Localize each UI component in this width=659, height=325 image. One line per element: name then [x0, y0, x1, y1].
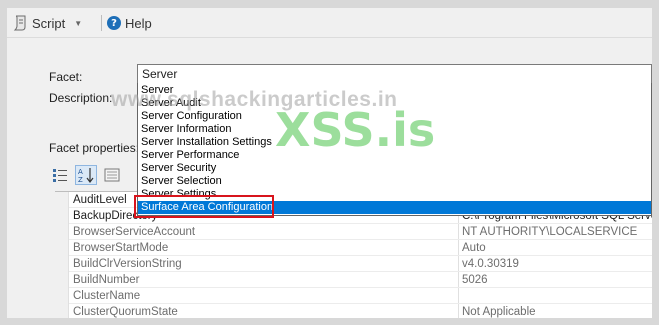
facet-option[interactable]: Server Security [138, 162, 651, 175]
toolbar-separator [101, 15, 102, 31]
facet-label: Facet: [49, 70, 83, 84]
categorized-view-icon[interactable] [51, 166, 69, 184]
property-name: BuildClrVersionString [73, 258, 182, 270]
script-button[interactable]: Script ▼ [13, 8, 82, 38]
script-icon [13, 15, 26, 31]
alphabetical-sort-icon[interactable]: A Z [75, 165, 97, 185]
column-divider [458, 304, 459, 318]
property-pages-icon[interactable] [103, 166, 121, 184]
facet-option[interactable]: Server Configuration [138, 110, 651, 123]
property-name: AuditLevel [73, 194, 127, 206]
highlight-annotation-box [134, 195, 274, 218]
facet-combobox-value: Server [142, 67, 178, 81]
svg-text:Z: Z [78, 176, 83, 183]
property-row[interactable]: ClusterName [69, 288, 652, 304]
svg-text:A: A [78, 168, 83, 176]
property-name: BrowserStartMode [73, 242, 169, 254]
chevron-down-icon[interactable]: ▼ [74, 19, 82, 28]
script-label: Script [32, 15, 66, 31]
grid-gutter [55, 192, 69, 318]
column-divider [458, 288, 459, 303]
description-label: Description: [49, 91, 113, 105]
property-value: Auto [462, 242, 486, 254]
property-value: NT AUTHORITY\LOCALSERVICE [462, 226, 638, 238]
help-icon: ? [107, 16, 121, 30]
property-row[interactable]: BrowserServiceAccount NT AUTHORITY\LOCAL… [69, 224, 652, 240]
facet-option[interactable]: Server Installation Settings [138, 136, 651, 149]
column-divider [458, 224, 459, 239]
property-name: ClusterQuorumState [73, 306, 178, 318]
facet-combobox[interactable]: Server [137, 64, 652, 84]
facet-option[interactable]: Server Selection [138, 175, 651, 188]
property-row[interactable]: ClusterQuorumState Not Applicable [69, 304, 652, 318]
property-value: v4.0.30319 [462, 258, 519, 270]
property-row[interactable]: BuildNumber 5026 [69, 272, 652, 288]
property-row[interactable]: BuildClrVersionString v4.0.30319 [69, 256, 652, 272]
facet-option[interactable]: Server Performance [138, 149, 651, 162]
facet-properties-label: Facet properties: [49, 141, 140, 155]
facet-option[interactable]: Server Information [138, 123, 651, 136]
column-divider [458, 256, 459, 271]
property-value: Not Applicable [462, 306, 536, 318]
help-button[interactable]: ? Help [107, 8, 152, 38]
column-divider [458, 240, 459, 255]
property-name: ClusterName [73, 290, 141, 302]
property-value: 5026 [462, 274, 488, 286]
property-row[interactable]: BrowserStartMode Auto [69, 240, 652, 256]
property-name: BuildNumber [73, 274, 140, 286]
facet-option[interactable]: Server Audit [138, 97, 651, 110]
column-divider [458, 272, 459, 287]
facet-option[interactable]: Server [138, 84, 651, 97]
property-grid-toolbar: A Z [51, 164, 121, 186]
property-name: BrowserServiceAccount [73, 226, 196, 238]
toolbar: Script ▼ ? Help [7, 8, 652, 38]
help-label: Help [125, 15, 152, 31]
dialog-frame: Script ▼ ? Help Facet: Description: Face… [7, 8, 652, 318]
